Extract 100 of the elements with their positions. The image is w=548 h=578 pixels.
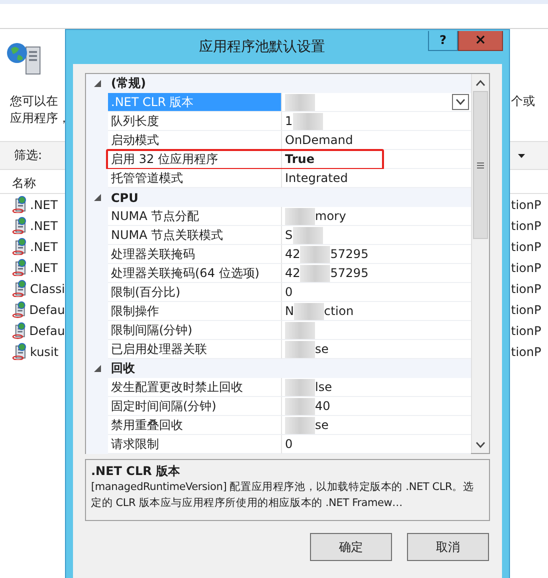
chevron-down-icon	[456, 99, 465, 105]
property-name[interactable]: NUMA 节点分配	[108, 207, 282, 226]
blurred-value	[285, 340, 315, 358]
property-row[interactable]: 启用 32 位应用程序 True	[86, 150, 471, 169]
property-value: 40	[315, 399, 330, 413]
property-name[interactable]: 请求限制	[108, 435, 282, 454]
blurred-value	[285, 378, 315, 396]
property-row[interactable]: 禁用重叠回收 se	[86, 416, 471, 435]
expander-icon	[94, 80, 100, 87]
chevron-up-icon	[476, 80, 485, 86]
pool-name[interactable]: .NET	[30, 260, 58, 274]
property-value: 0	[285, 437, 293, 451]
property-row[interactable]: NUMA 节点分配 mory	[86, 207, 471, 226]
blurred-value	[285, 208, 315, 224]
property-value: 0	[285, 285, 293, 299]
app-pool-icon	[12, 259, 28, 276]
property-name[interactable]: 限制(百分比)	[108, 283, 282, 302]
server-globe-icon	[6, 41, 42, 75]
pool-identity: tionP	[511, 218, 542, 232]
property-row[interactable]: 启动模式 OnDemand	[86, 131, 471, 150]
app-pool-icon	[12, 280, 28, 297]
property-name[interactable]: 固定时间间隔(分钟)	[108, 397, 282, 416]
dialog-button[interactable]: 确定	[310, 533, 392, 561]
blurred-value	[292, 226, 323, 244]
app-pool-icon	[12, 343, 28, 360]
app-pool-icon	[12, 196, 28, 213]
pool-identity: tionP	[511, 282, 542, 296]
property-value: OnDemand	[285, 133, 353, 147]
blurred-value	[285, 416, 315, 434]
property-name[interactable]: 禁用重叠回收	[108, 416, 282, 435]
property-name[interactable]: 限制操作	[108, 302, 282, 321]
property-value: se	[315, 418, 329, 432]
property-name[interactable]: NUMA 节点关联模式	[108, 226, 282, 245]
property-name[interactable]: 已启用处理器关联	[108, 340, 282, 359]
property-name[interactable]: 处理器关联掩码(64 位选项)	[108, 264, 282, 283]
pool-name[interactable]: Defau	[29, 302, 65, 316]
property-row[interactable]: 托管管道模式 Integrated	[86, 169, 471, 188]
pool-identity: tionP	[511, 260, 542, 274]
blurred-value	[294, 302, 324, 320]
property-value: 42	[285, 247, 300, 261]
blurred-value	[285, 398, 315, 414]
property-row[interactable]: 固定时间间隔(分钟) 40	[86, 397, 471, 416]
property-value: mory	[315, 209, 346, 223]
grip-icon	[477, 162, 484, 168]
property-row[interactable]: 发生配置更改时禁止回收 lse	[86, 378, 471, 397]
blurred-value	[285, 94, 315, 110]
description-text: [managedRuntimeVersion] 配置应用程序池，以加载特定版本的 .NET CLR。选定的 CLR 版本应与应用程序所使用的相应版本的 .NET Framew…	[91, 480, 475, 511]
dropdown-caret-icon	[518, 154, 525, 158]
intro-text: 应用程序，	[9, 110, 65, 127]
property-row[interactable]: 队列长度 1	[86, 112, 471, 131]
property-name[interactable]: 托管管道模式	[108, 169, 282, 188]
dropdown-button[interactable]	[452, 94, 469, 110]
category-name: (常规)	[110, 75, 146, 92]
pool-identity: tionP	[511, 302, 542, 316]
app-pool-icon	[12, 322, 28, 339]
property-name[interactable]: 发生配置更改时禁止回收	[108, 378, 282, 397]
property-row[interactable]: 限制操作 N ction	[86, 302, 471, 321]
pool-name[interactable]: .NET	[30, 218, 58, 232]
pool-name[interactable]: kusit	[30, 344, 58, 358]
dialog-button[interactable]: 取消	[407, 533, 489, 561]
property-name[interactable]: 处理器关联掩码	[108, 245, 282, 264]
filter-label: 筛选:	[14, 147, 42, 164]
pool-identity: tionP	[511, 324, 542, 338]
pool-name[interactable]: .NET	[30, 240, 58, 254]
property-value: 57295	[330, 266, 368, 280]
property-value: Integrated	[285, 171, 348, 185]
property-row[interactable]: NUMA 节点关联模式 S	[86, 226, 471, 245]
property-value: N	[285, 304, 294, 318]
scrollbar[interactable]	[471, 74, 489, 453]
category-name: CPU	[110, 190, 138, 204]
close-button[interactable]: ×	[458, 30, 503, 50]
chevron-down-icon	[476, 442, 485, 448]
app-pool-icon	[12, 217, 28, 234]
pool-name[interactable]: Classi	[30, 282, 65, 296]
help-button[interactable]: ?	[428, 30, 458, 50]
pool-name[interactable]: Defau	[29, 324, 65, 338]
property-row[interactable]: 限制(百分比) 0	[86, 283, 471, 302]
property-value: True	[285, 152, 314, 166]
property-name[interactable]: 限制间隔(分钟)	[108, 321, 282, 340]
property-name[interactable]: 启动模式	[108, 131, 282, 150]
property-value: 42	[285, 266, 300, 280]
property-row[interactable]: 限制间隔(分钟)	[86, 321, 471, 340]
property-row[interactable]: 请求限制 0	[86, 435, 471, 454]
blurred-value	[285, 322, 315, 338]
property-row[interactable]: 已启用处理器关联 se	[86, 340, 471, 359]
property-value: 57295	[330, 247, 368, 261]
property-value: 1	[285, 114, 293, 128]
property-row[interactable]: 处理器关联掩码(64 位选项) 42 57295	[86, 264, 471, 283]
column-header: 名称	[12, 174, 36, 192]
scroll-thumb[interactable]	[473, 91, 488, 239]
property-name[interactable]: 队列长度	[108, 112, 282, 131]
intro-text: 您可以在	[9, 93, 59, 110]
pool-identity: tionP	[511, 240, 542, 254]
expander-icon	[94, 365, 100, 372]
blurred-value	[292, 112, 323, 130]
property-value: S	[285, 228, 293, 242]
pool-name[interactable]: .NET	[30, 198, 58, 212]
description-title: .NET CLR 版本	[91, 463, 182, 479]
property-row[interactable]: 处理器关联掩码 42 57295	[86, 245, 471, 264]
blurred-value	[300, 264, 330, 282]
